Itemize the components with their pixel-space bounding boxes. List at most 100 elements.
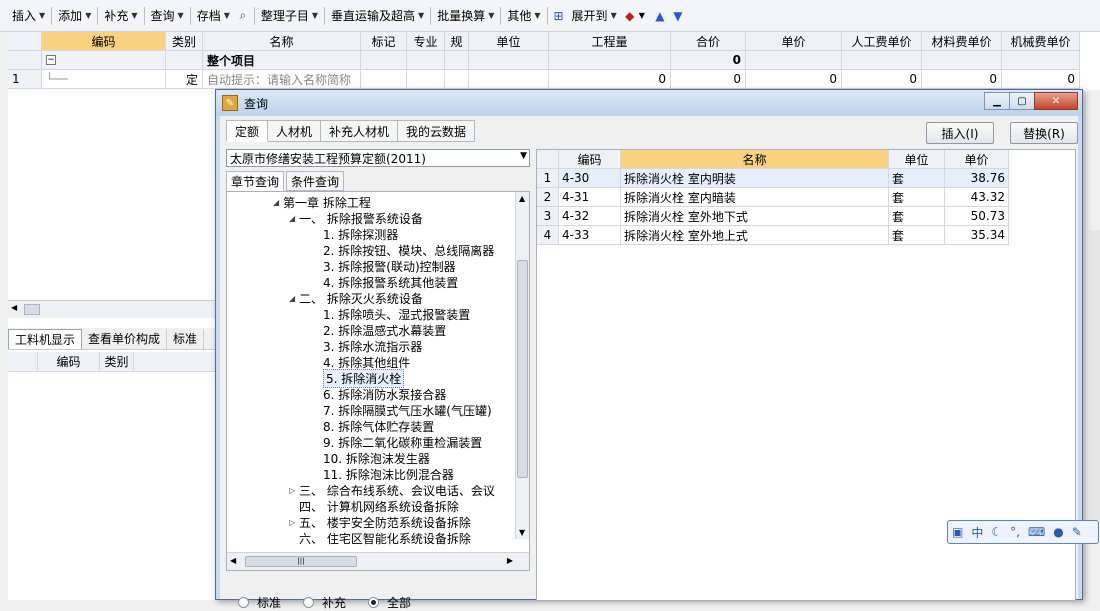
batch-convert-menu[interactable]: 批量换算 ▼ (433, 5, 498, 27)
column-header[interactable]: 规 (445, 32, 469, 51)
ime-logo-icon[interactable]: ▣ (952, 525, 963, 539)
column-header[interactable]: 类别 (166, 32, 203, 51)
scroll-right-icon[interactable]: ▶ (507, 556, 513, 565)
tree-node[interactable]: 1. 拆除探测器 (313, 226, 398, 242)
radio-button[interactable] (238, 597, 249, 608)
insert-button[interactable]: 插入(I) (926, 122, 994, 144)
radio-button[interactable] (303, 597, 315, 608)
table-row[interactable]: 3 4-32 拆除消火栓 室外地下式套 50.73 (537, 207, 1009, 226)
tab-material-display[interactable]: 工料机显示 (8, 328, 83, 349)
tree-horizontal-scrollbar[interactable]: ◀ ||| ▶ (227, 552, 529, 570)
tree-node[interactable]: 7. 拆除隔膜式气压水罐(气压罐) (313, 402, 492, 418)
expand-toggle-icon[interactable]: ▷ (289, 486, 299, 495)
collapse-icon[interactable]: − (46, 55, 56, 65)
tree-vertical-scrollbar[interactable]: ▲ ▼ (515, 192, 529, 539)
moon-icon[interactable]: ☾ (991, 525, 1002, 539)
tree-node[interactable]: 六、 住宅区智能化系统设备拆除 (289, 530, 471, 546)
close-icon[interactable]: ✕ (1034, 92, 1078, 110)
tab-unit-price-composition[interactable]: 查看单价构成 (82, 328, 168, 349)
tree-node[interactable]: 6. 拆除消防水泵接合器 (313, 386, 446, 402)
archive-menu[interactable]: 存档 ▼ (193, 5, 234, 27)
add-menu[interactable]: 添加 ▼ (54, 5, 95, 27)
quantity-cell[interactable]: 0 (549, 70, 671, 89)
scroll-left-icon[interactable]: ◀ (11, 303, 17, 312)
tree-node[interactable]: 2. 拆除按钮、模块、总线隔离器 (313, 242, 494, 258)
specialty-cell[interactable] (407, 70, 445, 89)
unit-cell[interactable] (469, 70, 549, 89)
query-menu[interactable]: 查询 ▼ (147, 5, 188, 27)
quota-library-select[interactable]: 太原市修缮安装工程预算定额(2011) ▼ (226, 149, 530, 167)
column-header[interactable]: 合价 (671, 32, 746, 51)
radio-standard[interactable]: 标准 (238, 594, 281, 611)
tree-node[interactable]: 4. 拆除报警系统其他装置 (313, 274, 458, 290)
maximize-icon[interactable]: ▢ (1009, 92, 1035, 110)
tab-standard[interactable]: 标准 (167, 328, 205, 349)
dialog-title-bar[interactable]: ✎ 查询 ▁ ▢ ✕ (216, 90, 1082, 116)
scroll-up-icon[interactable]: ▲ (519, 194, 525, 203)
user-icon[interactable]: ● (1053, 525, 1063, 539)
tree-node[interactable]: ▷ 五、 楼宇安全防范系统设备拆除 (289, 514, 471, 530)
grid-horizontal-scrollbar[interactable]: ◀ (8, 300, 216, 318)
fill-color-icon[interactable]: ◆ (621, 7, 639, 25)
expand-toggle-icon[interactable]: ◢ (289, 294, 299, 303)
tab-condition-search[interactable]: 条件查询 (286, 171, 345, 191)
tab-supplement-lmm[interactable]: 补充人材机 (321, 120, 399, 142)
expand-to-menu[interactable]: 展开到 ▼ (568, 5, 621, 27)
column-header[interactable]: 单位 (889, 150, 945, 169)
keyboard-icon[interactable]: ⌨ (1028, 525, 1045, 539)
tree-node[interactable]: ◢ 第一章 拆除工程 (273, 194, 371, 210)
tree-node[interactable]: 5. 拆除消火栓 (313, 368, 405, 388)
tree-node[interactable]: ◢ 一、 拆除报警系统设备 (289, 210, 423, 226)
column-header[interactable]: 单价 (746, 32, 842, 51)
table-row[interactable]: 1 4-30 拆除消火栓 室内明装套 38.76 (537, 169, 1009, 188)
expand-toggle-icon[interactable]: ◢ (289, 214, 299, 223)
column-header[interactable]: 单价 (945, 150, 1009, 169)
scroll-thumb[interactable] (24, 304, 40, 315)
supplement-menu[interactable]: 补充 ▼ (100, 5, 141, 27)
tab-my-cloud-data[interactable]: 我的云数据 (398, 120, 476, 142)
tree-node[interactable]: 四、 计算机网络系统设备拆除 (289, 498, 459, 514)
column-header[interactable]: 名称 (203, 32, 361, 51)
tree-node[interactable]: ▷ 三、 综合布线系统、会议电话、会议 (289, 482, 495, 498)
dropdown-arrow-icon[interactable]: ▼ (639, 11, 645, 20)
scroll-down-icon[interactable]: ▼ (519, 528, 525, 537)
mark-cell[interactable] (361, 70, 407, 89)
wrench-icon[interactable]: ✎ (1072, 525, 1082, 539)
scroll-left-icon[interactable]: ◀ (230, 556, 236, 565)
table-row[interactable]: 2 4-31 拆除消火栓 室内暗装套 43.32 (537, 188, 1009, 207)
tree-node[interactable]: 8. 拆除气体贮存装置 (313, 418, 434, 434)
move-up-icon[interactable]: ▲ (651, 7, 669, 25)
code-cell[interactable]: └── (42, 70, 166, 89)
insert-menu[interactable]: 插入 ▼ (8, 5, 49, 27)
move-down-icon[interactable]: ▼ (669, 7, 687, 25)
expand-toggle-icon[interactable]: ▷ (289, 518, 299, 527)
radio-button[interactable] (368, 597, 380, 608)
column-header[interactable]: 工程量 (549, 32, 671, 51)
other-menu[interactable]: 其他 ▼ (503, 5, 544, 27)
tree-node[interactable]: 11. 拆除泡沫比例混合器 (313, 466, 454, 482)
column-header[interactable]: 编码 (559, 150, 621, 169)
column-header[interactable]: 单位 (469, 32, 549, 51)
column-header[interactable]: 人工费单价 (842, 32, 922, 51)
column-header[interactable]: 类别 (100, 352, 134, 371)
column-header[interactable]: 材料费单价 (922, 32, 1002, 51)
tree-node[interactable]: ◢ 二、 拆除灭火系统设备 (289, 290, 423, 306)
tab-chapter-search[interactable]: 章节查询 (226, 171, 285, 191)
column-header[interactable]: 编码 (38, 352, 100, 371)
tree-node[interactable]: 2. 拆除温感式水幕装置 (313, 322, 446, 338)
name-input-cell[interactable]: 自动提示：请输入名称简称 (203, 70, 361, 89)
column-header[interactable]: 编码 (42, 32, 166, 51)
minimize-icon[interactable]: ▁ (984, 92, 1010, 110)
punctuation-icon[interactable]: °, (1010, 525, 1020, 539)
column-header[interactable]: 标记 (361, 32, 407, 51)
tree-node[interactable]: 1. 拆除喷头、湿式报警装置 (313, 306, 470, 322)
tree-node[interactable]: 9. 拆除二氧化碳称重检漏装置 (313, 434, 482, 450)
tree-node[interactable]: 10. 拆除泡沫发生器 (313, 450, 430, 466)
table-row[interactable]: 4 4-33 拆除消火栓 室外地上式套 35.34 (537, 226, 1009, 245)
project-group-row[interactable]: − 整个项目 0 (8, 51, 1080, 70)
column-header[interactable]: 机械费单价 (1002, 32, 1080, 51)
tab-quota[interactable]: 定额 (226, 120, 269, 142)
find-binoculars-icon[interactable]: ⌕ (234, 7, 252, 25)
column-header[interactable]: 专业 (407, 32, 445, 51)
scroll-thumb[interactable]: ||| (245, 556, 357, 567)
